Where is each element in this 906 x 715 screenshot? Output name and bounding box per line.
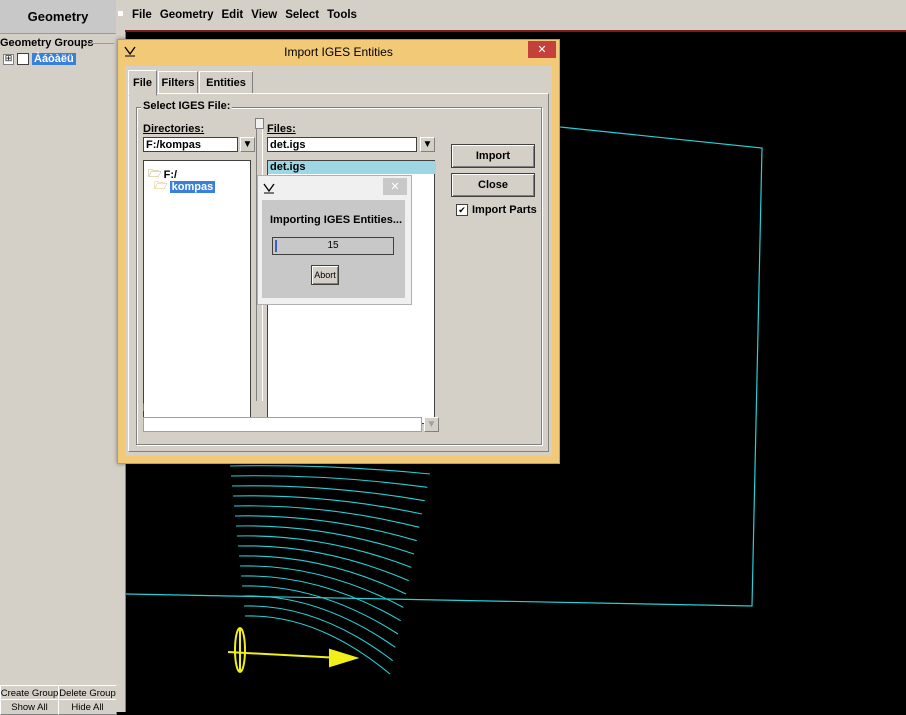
tree-item-kompas[interactable]: 🗁 kompas (154, 177, 216, 196)
axis-triad-icon (227, 627, 360, 673)
tab-filters[interactable]: Filters (158, 71, 198, 94)
progress-bar: 15 (272, 237, 394, 255)
directories-tree[interactable]: 🗁 F:/ 🗁 kompas (143, 160, 251, 424)
import-button[interactable]: Import (451, 144, 535, 168)
chevron-down-icon[interactable]: ▼ (420, 137, 435, 152)
progress-message: Importing IGES Entities... (270, 214, 403, 226)
menu-tools[interactable]: Tools (326, 9, 358, 21)
group-label: Select IGES File: (141, 100, 233, 112)
tab-file[interactable]: File (128, 70, 157, 96)
close-icon[interactable]: ✕ (383, 178, 407, 195)
visibility-checkbox[interactable] (17, 53, 29, 65)
menu-geometry[interactable]: Geometry (159, 9, 215, 21)
geometry-curve (235, 525, 415, 555)
checkmark-icon (263, 183, 275, 194)
directories-label: Directories: (143, 123, 205, 135)
abort-button[interactable]: Abort (311, 265, 339, 285)
import-parts-option[interactable]: ✔ Import Parts (456, 204, 537, 216)
show-all-button[interactable]: Show All (0, 699, 59, 715)
geometry-curve (236, 535, 412, 568)
progress-dialog: ✕ Importing IGES Entities... 15 Abort (257, 175, 412, 305)
geometry-curve (243, 605, 394, 662)
panel-title: Geometry (0, 0, 116, 34)
geometry-groups-label: Geometry Groups (0, 37, 94, 49)
geometry-curve (233, 505, 420, 528)
menu-bar: File Geometry Edit View Select Tools (125, 0, 906, 32)
tree-item[interactable]: ⊞ Àáòàëü (3, 52, 76, 66)
groups-divider (84, 43, 114, 44)
chevron-down-icon[interactable]: ▼ (240, 137, 255, 152)
menu-select[interactable]: Select (284, 9, 320, 21)
progress-count: 15 (327, 240, 339, 251)
import-parts-checkbox[interactable]: ✔ (456, 204, 468, 216)
close-icon[interactable]: ✕ (528, 41, 556, 58)
geometry-curve (234, 515, 417, 542)
splitter-handle[interactable] (255, 118, 264, 129)
hide-all-button[interactable]: Hide All (58, 699, 117, 715)
geometry-panel: Geometry Geometry Groups ⊞ Àáòàëü Create… (0, 0, 117, 715)
menu-edit[interactable]: Edit (221, 9, 245, 21)
splitter-grip (118, 11, 123, 16)
geometry-curve (232, 495, 423, 515)
close-button[interactable]: Close (451, 173, 535, 197)
geometry-curve (244, 615, 391, 675)
directories-combo[interactable]: F:/kompas (143, 137, 238, 152)
list-files-combo[interactable] (143, 417, 422, 432)
import-parts-label: Import Parts (472, 204, 537, 216)
files-label: Files: (267, 123, 296, 135)
dialog-title: Import IGES Entities (284, 45, 393, 59)
menu-view[interactable]: View (250, 9, 278, 21)
tree-item-label: kompas (169, 180, 216, 193)
progress-body: Importing IGES Entities... 15 Abort (262, 200, 405, 298)
list-files-label: List Files of Type: (143, 402, 236, 414)
files-combo[interactable]: det.igs (267, 137, 417, 152)
tree-item-label[interactable]: Àáòàëü (32, 53, 76, 65)
folder-open-icon: 🗁 (154, 180, 168, 192)
geometry-curve (242, 595, 396, 648)
menu-file[interactable]: File (131, 9, 153, 21)
geometry-curve (238, 555, 407, 595)
tab-entities[interactable]: Entities (199, 71, 253, 94)
expand-icon[interactable]: ⊞ (3, 53, 14, 65)
geometry-curve (231, 485, 425, 502)
chevron-down-icon[interactable]: ▼ (424, 417, 439, 432)
list-item[interactable]: det.igs (268, 161, 436, 174)
geometry-curve (229, 465, 431, 475)
curve-set (229, 465, 431, 675)
dialog-titlebar[interactable]: Import IGES Entities ✕ (118, 40, 559, 64)
